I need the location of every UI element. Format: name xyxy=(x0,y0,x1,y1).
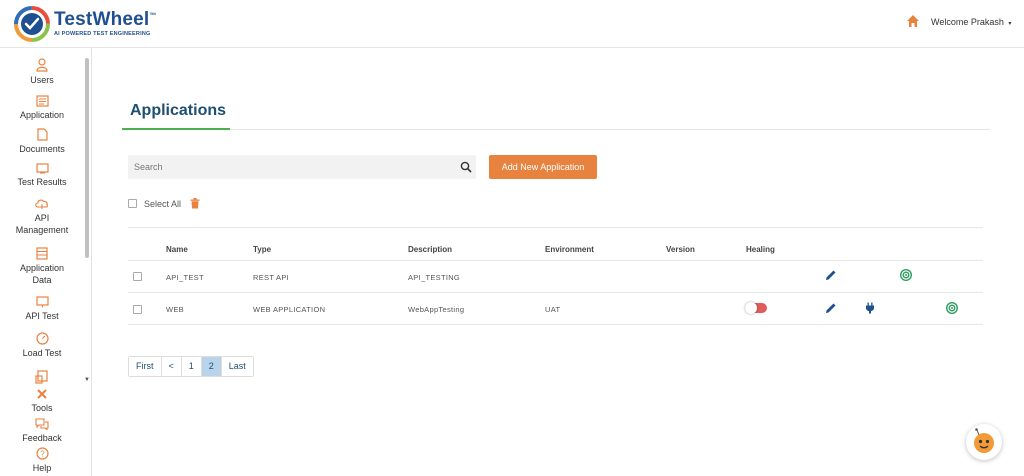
table-top-border xyxy=(128,227,983,228)
cell-name: WEB xyxy=(166,305,184,314)
search-input[interactable] xyxy=(134,160,444,174)
column-header-description[interactable]: Description xyxy=(408,245,452,254)
sidebar-label: Application Data xyxy=(19,263,65,285)
cell-description: API_TESTING xyxy=(408,273,461,282)
api-cloud-icon xyxy=(35,199,48,209)
plug-icon[interactable] xyxy=(864,302,876,314)
sidebar-label: Tools xyxy=(31,403,53,413)
home-icon[interactable] xyxy=(906,14,920,28)
sidebar-label: Help xyxy=(32,463,52,473)
load-test-icon xyxy=(35,332,49,345)
logo-title: TestWheel™ xyxy=(54,9,157,30)
column-header-type[interactable]: Type xyxy=(253,245,271,254)
trash-icon[interactable] xyxy=(190,198,200,209)
toggle-knob xyxy=(745,302,757,314)
test-results-icon xyxy=(35,163,49,174)
sidebar: Users Application Documents Test Results… xyxy=(0,48,92,476)
sidebar-label: Documents xyxy=(19,144,65,154)
page-first-button[interactable]: First xyxy=(129,357,162,376)
active-tab-underline xyxy=(122,128,230,130)
row-divider xyxy=(128,292,983,293)
column-header-version[interactable]: Version xyxy=(666,245,695,254)
column-header-name[interactable]: Name xyxy=(166,245,188,254)
svg-text:?: ? xyxy=(40,450,45,459)
top-bar: TestWheel™ AI POWERED TEST ENGINEERING W… xyxy=(0,0,1024,48)
target-icon[interactable] xyxy=(900,269,912,281)
sidebar-item-report[interactable] xyxy=(0,370,84,386)
chevron-down-icon: ▾ xyxy=(1008,21,1012,27)
sidebar-label: Test Results xyxy=(17,177,67,187)
target-icon[interactable] xyxy=(946,302,958,314)
sidebar-item-documents[interactable]: Documents xyxy=(0,128,84,155)
search-icon[interactable] xyxy=(460,161,472,173)
report-icon xyxy=(35,370,48,384)
select-all-checkbox[interactable] xyxy=(128,199,137,208)
title-divider xyxy=(122,129,990,130)
help-icon: ? xyxy=(35,447,49,460)
column-header-environment[interactable]: Environment xyxy=(545,245,594,254)
pagination: First < 1 2 Last xyxy=(128,356,254,377)
edit-pencil-icon[interactable] xyxy=(825,302,837,314)
tools-icon xyxy=(37,389,47,399)
add-new-application-button[interactable]: Add New Application xyxy=(489,155,597,179)
page-2-button[interactable]: 2 xyxy=(201,357,222,376)
testwheel-logo[interactable] xyxy=(14,6,50,42)
healing-toggle[interactable] xyxy=(745,302,767,314)
column-header-healing[interactable]: Healing xyxy=(746,245,775,254)
sidebar-item-load-test[interactable]: Load Test xyxy=(0,332,84,359)
sidebar-item-test-results[interactable]: Test Results xyxy=(0,162,84,188)
select-all-label: Select All xyxy=(144,199,182,209)
cell-environment: UAT xyxy=(545,305,561,314)
sidebar-item-tools[interactable]: Tools xyxy=(0,388,84,414)
feedback-icon xyxy=(35,418,49,430)
application-data-icon xyxy=(36,247,48,260)
sidebar-item-help[interactable]: ? Help xyxy=(0,447,84,474)
user-icon xyxy=(36,58,48,72)
page-prev-button[interactable]: < xyxy=(161,357,182,376)
row-divider xyxy=(128,324,983,325)
logo-tagline: AI POWERED TEST ENGINEERING xyxy=(54,31,151,37)
sidebar-item-api-test[interactable]: API Test xyxy=(0,296,84,322)
sidebar-label: Application xyxy=(19,110,65,120)
chatbot-launcher[interactable] xyxy=(966,424,1002,460)
table-header-border xyxy=(128,260,983,261)
cell-type: WEB APPLICATION xyxy=(253,305,326,314)
bot-icon xyxy=(974,428,994,453)
sidebar-label: API Management xyxy=(15,213,69,235)
user-menu[interactable]: Welcome Prakash ▾ xyxy=(931,17,1011,27)
scroll-down-icon[interactable]: ▼ xyxy=(84,377,90,383)
page-last-button[interactable]: Last xyxy=(221,357,253,376)
sidebar-label: Users xyxy=(30,75,54,85)
cell-type: REST API xyxy=(253,273,290,282)
sidebar-item-api-management[interactable]: API Management xyxy=(0,198,84,236)
row-checkbox[interactable] xyxy=(133,272,142,281)
sidebar-label: Feedback xyxy=(22,433,62,443)
edit-pencil-icon[interactable] xyxy=(825,269,837,281)
document-icon xyxy=(36,128,48,141)
api-test-icon xyxy=(35,296,49,308)
sidebar-label: Load Test xyxy=(22,348,62,358)
sidebar-label: API Test xyxy=(25,311,59,321)
sidebar-item-feedback[interactable]: Feedback xyxy=(0,418,84,444)
sidebar-item-application-data[interactable]: Application Data xyxy=(0,247,84,286)
page-title: Applications xyxy=(130,102,227,119)
application-icon xyxy=(35,95,49,107)
page-1-button[interactable]: 1 xyxy=(181,357,202,376)
cell-description: WebAppTesting xyxy=(408,305,465,314)
sidebar-item-users[interactable]: Users xyxy=(0,58,84,86)
sidebar-item-application[interactable]: Application xyxy=(0,95,84,121)
welcome-text: Welcome Prakash xyxy=(931,17,1004,27)
cell-name: API_TEST xyxy=(166,273,204,282)
sidebar-scroll-thumb[interactable] xyxy=(85,58,89,258)
row-checkbox[interactable] xyxy=(133,305,142,314)
